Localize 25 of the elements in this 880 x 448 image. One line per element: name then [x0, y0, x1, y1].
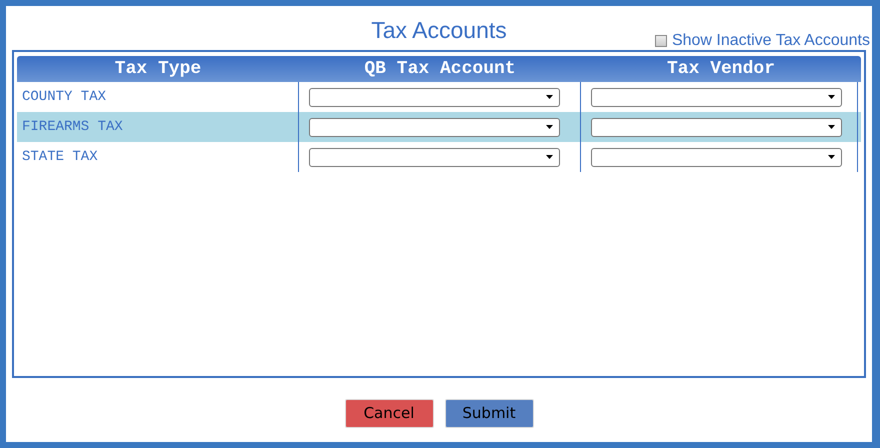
- table-row[interactable]: FIREARMS TAX: [17, 112, 861, 142]
- dropdown[interactable]: [591, 148, 842, 166]
- caret-icon: [828, 95, 835, 99]
- caret-icon: [828, 125, 835, 129]
- dialog-title: Tax Accounts: [371, 16, 507, 44]
- tax-type-cell: COUNTY TAX: [22, 89, 106, 105]
- dropdown[interactable]: [591, 118, 842, 136]
- table-row[interactable]: COUNTY TAX: [17, 82, 861, 112]
- dropdown[interactable]: [309, 148, 560, 166]
- column-header: QB Tax Account: [363, 58, 517, 81]
- dropdown[interactable]: [591, 88, 842, 106]
- tax-type-cell: FIREARMS TAX: [22, 119, 123, 135]
- submit-button[interactable]: Submit: [444, 398, 534, 428]
- column-header: Tax Vendor: [666, 58, 776, 81]
- caret-icon: [546, 155, 553, 159]
- caret-icon: [828, 155, 835, 159]
- dropdown[interactable]: [309, 88, 560, 106]
- dropdown[interactable]: [309, 118, 560, 136]
- caret-icon: [546, 95, 553, 99]
- column-header: Tax Type: [114, 58, 202, 81]
- tax-type-cell: STATE TAX: [22, 149, 98, 165]
- table-row[interactable]: STATE TAX: [17, 142, 861, 172]
- cancel-button[interactable]: Cancel: [344, 398, 434, 428]
- caret-icon: [546, 125, 553, 129]
- checkbox-icon[interactable]: [654, 35, 667, 47]
